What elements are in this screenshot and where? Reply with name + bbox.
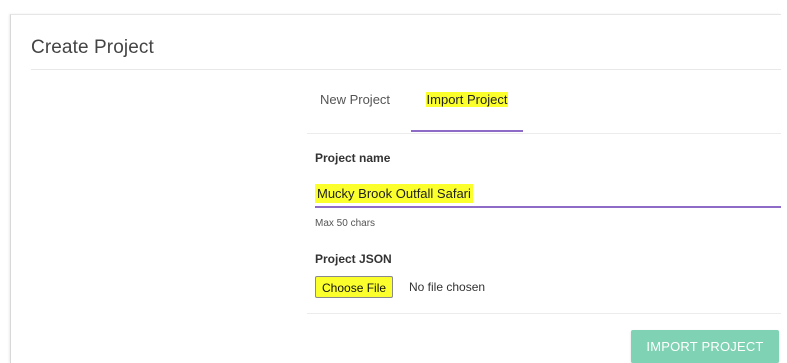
tab-import-project[interactable]: Import Project bbox=[411, 85, 523, 132]
project-form: New Project Import Project Project name … bbox=[307, 85, 781, 363]
card-title: Create Project bbox=[31, 37, 154, 58]
project-name-label: Project name bbox=[315, 151, 391, 165]
file-status-text: No file chosen bbox=[409, 280, 486, 294]
project-name-hint: Max 50 chars bbox=[315, 218, 376, 229]
header-divider bbox=[31, 69, 781, 70]
tab-bar: New Project Import Project bbox=[307, 85, 781, 134]
tab-new-project-label: New Project bbox=[319, 92, 391, 107]
project-json-label: Project JSON bbox=[315, 252, 392, 266]
import-project-button[interactable]: IMPORT PROJECT bbox=[631, 330, 779, 363]
choose-file-button[interactable]: Choose File bbox=[315, 276, 394, 298]
project-name-value: Mucky Brook Outfall Safari bbox=[315, 184, 473, 203]
project-name-input[interactable]: Mucky Brook Outfall Safari bbox=[315, 180, 781, 208]
form-divider bbox=[307, 313, 781, 314]
create-project-card: Create Project New Project Import Projec… bbox=[10, 14, 781, 363]
page: Create Project New Project Import Projec… bbox=[0, 0, 787, 363]
tab-import-project-label: Import Project bbox=[425, 92, 509, 107]
tab-new-project[interactable]: New Project bbox=[309, 85, 401, 132]
